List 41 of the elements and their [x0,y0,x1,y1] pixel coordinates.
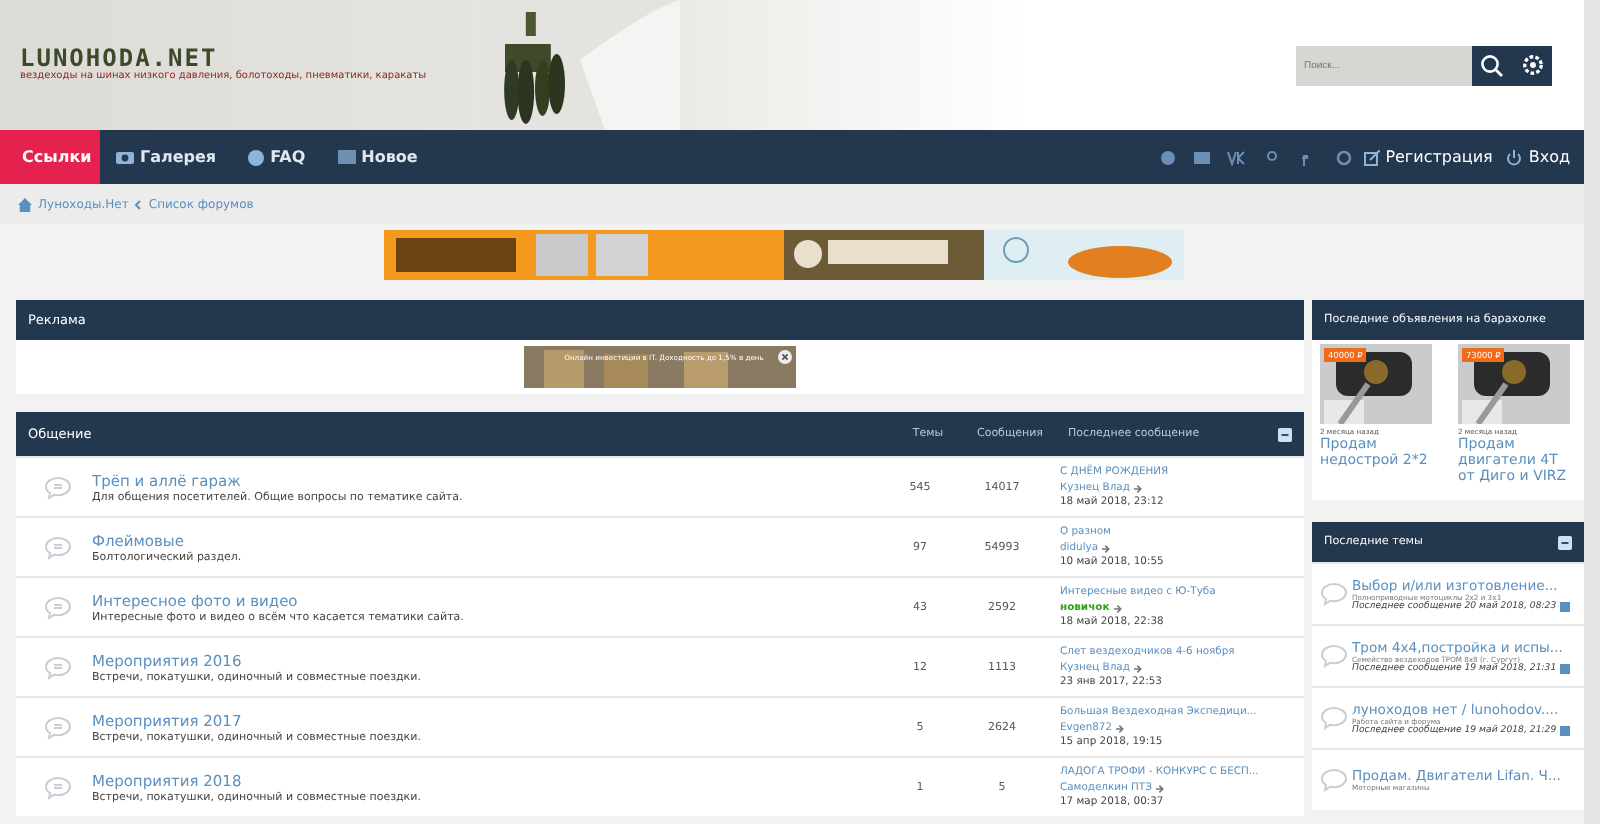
go-to-post-icon[interactable] [1133,483,1144,494]
go-to-post-icon[interactable] [1116,723,1127,734]
camera-icon [116,150,134,164]
go-to-post-icon[interactable] [1155,783,1166,794]
go-to-post-icon[interactable] [1560,601,1571,611]
nav-tab[interactable]: Новое [321,130,434,184]
forum-icon [44,715,72,739]
go-to-post-icon[interactable] [1560,663,1571,673]
topic-icon [1320,768,1348,792]
forum-icon [44,595,72,619]
forum-icon [44,775,72,799]
go-to-post-icon[interactable] [1102,543,1113,554]
collapse-icon[interactable] [1278,427,1292,441]
site-logo[interactable]: LUNOHODA.NET [20,46,480,70]
forum-icon [44,655,72,679]
nav-link[interactable]: Вход [1506,148,1570,166]
edit-icon [1363,149,1380,165]
forum-icon [44,535,72,559]
nav-tab[interactable]: FAQ [232,130,322,184]
go-to-post-icon[interactable] [1113,603,1124,614]
topic-icon [1320,582,1348,606]
grid-icon [337,150,356,164]
collapse-icon[interactable] [1558,535,1572,549]
settings-button[interactable] [1512,45,1552,85]
forum-icon [44,475,72,499]
go-to-post-icon[interactable] [1560,725,1571,735]
social-icons-drawing[interactable] [1159,149,1352,165]
gear-icon [1521,54,1543,76]
nav-tab[interactable]: Ссылки [0,130,100,184]
nav-tab[interactable]: Галерея [100,130,233,184]
topic-icon [1320,706,1348,730]
topic-icon [1320,644,1348,668]
search-icon [1480,53,1504,77]
chevron-icon [134,199,143,209]
nav-link[interactable]: Регистрация [1363,148,1493,166]
go-to-post-icon[interactable] [1133,663,1144,674]
close-icon[interactable] [778,350,792,364]
home-icon [18,197,32,211]
help-icon [248,149,265,165]
search-button[interactable] [1472,45,1512,85]
power-icon [1506,149,1523,165]
